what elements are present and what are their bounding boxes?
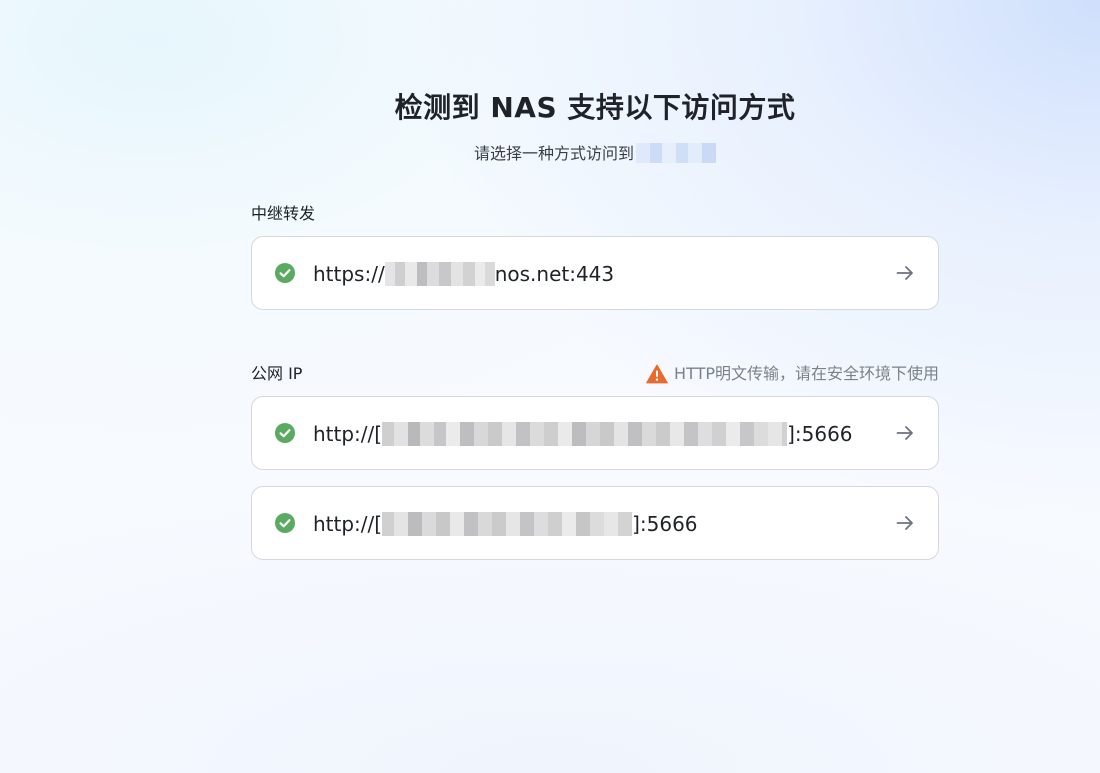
warning-triangle-icon (646, 364, 668, 384)
url-prefix: https:// (313, 262, 385, 286)
arrow-right-icon[interactable] (896, 514, 914, 532)
url-suffix: nos.net:443 (494, 262, 615, 286)
url-prefix: http://[ (313, 512, 383, 536)
access-option-public-ip-1[interactable]: http://[ ]:5666 (251, 396, 939, 470)
page-subtitle: 请选择一种方式访问到 (251, 143, 939, 165)
section-label-relay: 中继转发 (251, 204, 316, 223)
redacted-ipv6-address (382, 512, 633, 536)
access-option-public-ip-2[interactable]: http://[ ]:5666 (251, 486, 939, 560)
check-circle-icon (275, 423, 295, 443)
option-url: https:// nos.net:443 (313, 261, 614, 287)
redacted-host (384, 262, 495, 286)
http-warning: HTTP明文传输，请在安全环境下使用 (646, 362, 939, 386)
section-label-public-ip: 公网 IP (251, 364, 303, 383)
url-prefix: http://[ (313, 422, 383, 446)
check-circle-icon (275, 513, 295, 533)
option-url: http://[ ]:5666 (313, 511, 698, 537)
option-url: http://[ ]:5666 (313, 421, 853, 447)
arrow-right-icon[interactable] (896, 424, 914, 442)
redacted-ipv6-address (382, 422, 788, 446)
check-circle-icon (275, 263, 295, 283)
url-suffix: ]:5666 (787, 422, 853, 446)
subtitle-text: 请选择一种方式访问到 (473, 144, 634, 163)
redacted-device-name (636, 143, 716, 163)
url-suffix: ]:5666 (632, 512, 698, 536)
arrow-right-icon[interactable] (896, 264, 914, 282)
warning-text: HTTP明文传输，请在安全环境下使用 (674, 364, 939, 383)
access-option-relay[interactable]: https:// nos.net:443 (251, 236, 939, 310)
page-title: 检测到 NAS 支持以下访问方式 (394, 91, 796, 124)
